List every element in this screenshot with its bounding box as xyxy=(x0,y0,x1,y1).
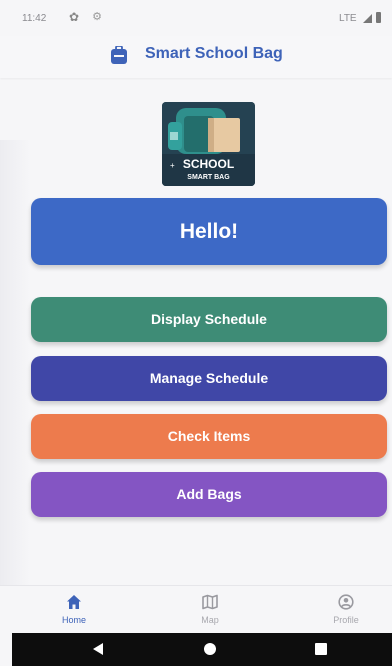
check-items-button[interactable]: Check Items xyxy=(31,414,387,459)
nav-label-home: Home xyxy=(61,615,86,625)
svg-text:+: + xyxy=(170,161,175,170)
settings-icon: ⚙ xyxy=(92,11,102,23)
background-decoration xyxy=(0,140,30,590)
app-bar: Smart School Bag xyxy=(0,36,392,78)
recent-apps-icon[interactable] xyxy=(315,643,327,655)
school-smart-bag-logo-image: SCHOOL SMART BAG + xyxy=(162,102,255,186)
app-title: Smart School Bag xyxy=(145,45,283,62)
app-screen: 11:42 ✿ ⚙ LTE Smart School Bag SCHOOL SM… xyxy=(0,0,392,666)
school-bag-icon xyxy=(111,46,127,64)
home-icon xyxy=(67,595,81,609)
status-time: 11:42 xyxy=(22,13,47,24)
nav-item-map[interactable]: Map xyxy=(170,586,250,634)
logo-text-school: SCHOOL xyxy=(183,157,234,171)
app-logo: SCHOOL SMART BAG + xyxy=(162,102,255,186)
home-circle-icon[interactable] xyxy=(204,643,216,655)
status-bar: 11:42 ✿ ⚙ LTE xyxy=(0,0,392,36)
greeting-card: Hello! xyxy=(31,198,387,265)
gear-icon: ✿ xyxy=(68,10,80,24)
bottom-navigation: Home Map Profile xyxy=(0,585,392,634)
add-bags-button[interactable]: Add Bags xyxy=(31,472,387,517)
profile-icon xyxy=(338,594,354,610)
logo-text-smart-bag: SMART BAG xyxy=(187,174,230,181)
nav-label-map: Map xyxy=(201,615,219,625)
nav-label-profile: Profile xyxy=(333,615,359,625)
nav-item-profile[interactable]: Profile xyxy=(306,586,386,634)
manage-schedule-button[interactable]: Manage Schedule xyxy=(31,356,387,401)
network-type: LTE xyxy=(339,13,357,24)
battery-icon xyxy=(376,12,381,23)
signal-icon xyxy=(363,14,372,23)
nav-item-home[interactable]: Home xyxy=(34,586,114,634)
map-icon xyxy=(202,594,218,610)
system-navigation-bar xyxy=(12,633,392,666)
back-icon[interactable] xyxy=(93,643,103,655)
display-schedule-button[interactable]: Display Schedule xyxy=(31,297,387,342)
